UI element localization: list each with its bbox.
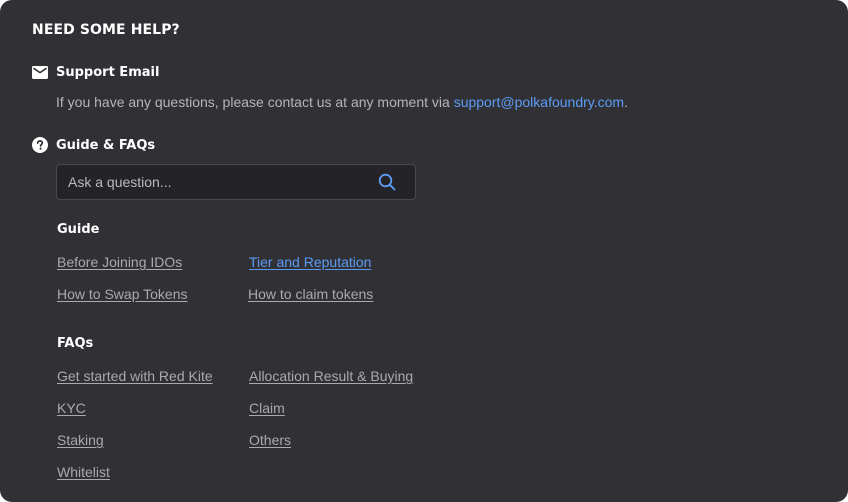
support-text-suffix: . <box>624 94 628 110</box>
panel-title: NEED SOME HELP? <box>32 22 180 38</box>
faq-link-get-started[interactable]: Get started with Red Kite <box>57 368 213 384</box>
search-icon[interactable] <box>378 173 396 191</box>
guide-title: Guide <box>57 222 100 237</box>
search-input[interactable] <box>57 165 378 199</box>
guide-link-how-to-swap-tokens[interactable]: How to Swap Tokens <box>57 286 187 302</box>
envelope-icon <box>32 64 48 80</box>
support-email-heading: Support Email <box>32 64 159 80</box>
faq-link-claim[interactable]: Claim <box>249 400 285 416</box>
guide-link-before-joining-idos[interactable]: Before Joining IDOs <box>57 254 182 270</box>
support-email-label: Support Email <box>56 64 160 80</box>
guide-faqs-heading: Guide & FAQs <box>32 137 155 153</box>
support-text: If you have any questions, please contac… <box>56 94 628 110</box>
search-box <box>56 164 416 200</box>
faq-link-others[interactable]: Others <box>249 432 291 448</box>
faq-link-staking[interactable]: Staking <box>57 432 104 448</box>
help-panel: NEED SOME HELP? Support Email If you hav… <box>0 0 848 502</box>
guide-faqs-label: Guide & FAQs <box>56 137 156 153</box>
guide-link-how-to-claim-tokens[interactable]: How to claim tokens <box>248 286 373 302</box>
faq-link-whitelist[interactable]: Whitelist <box>57 464 110 480</box>
faq-link-allocation-result[interactable]: Allocation Result & Buying <box>249 368 413 384</box>
guide-link-tier-and-reputation[interactable]: Tier and Reputation <box>249 254 371 270</box>
faqs-title: FAQs <box>57 336 94 351</box>
question-circle-icon <box>32 137 48 153</box>
support-text-body: If you have any questions, please contac… <box>56 94 454 110</box>
faq-link-kyc[interactable]: KYC <box>57 400 86 416</box>
support-email-link[interactable]: support@polkafoundry.com <box>454 94 624 110</box>
